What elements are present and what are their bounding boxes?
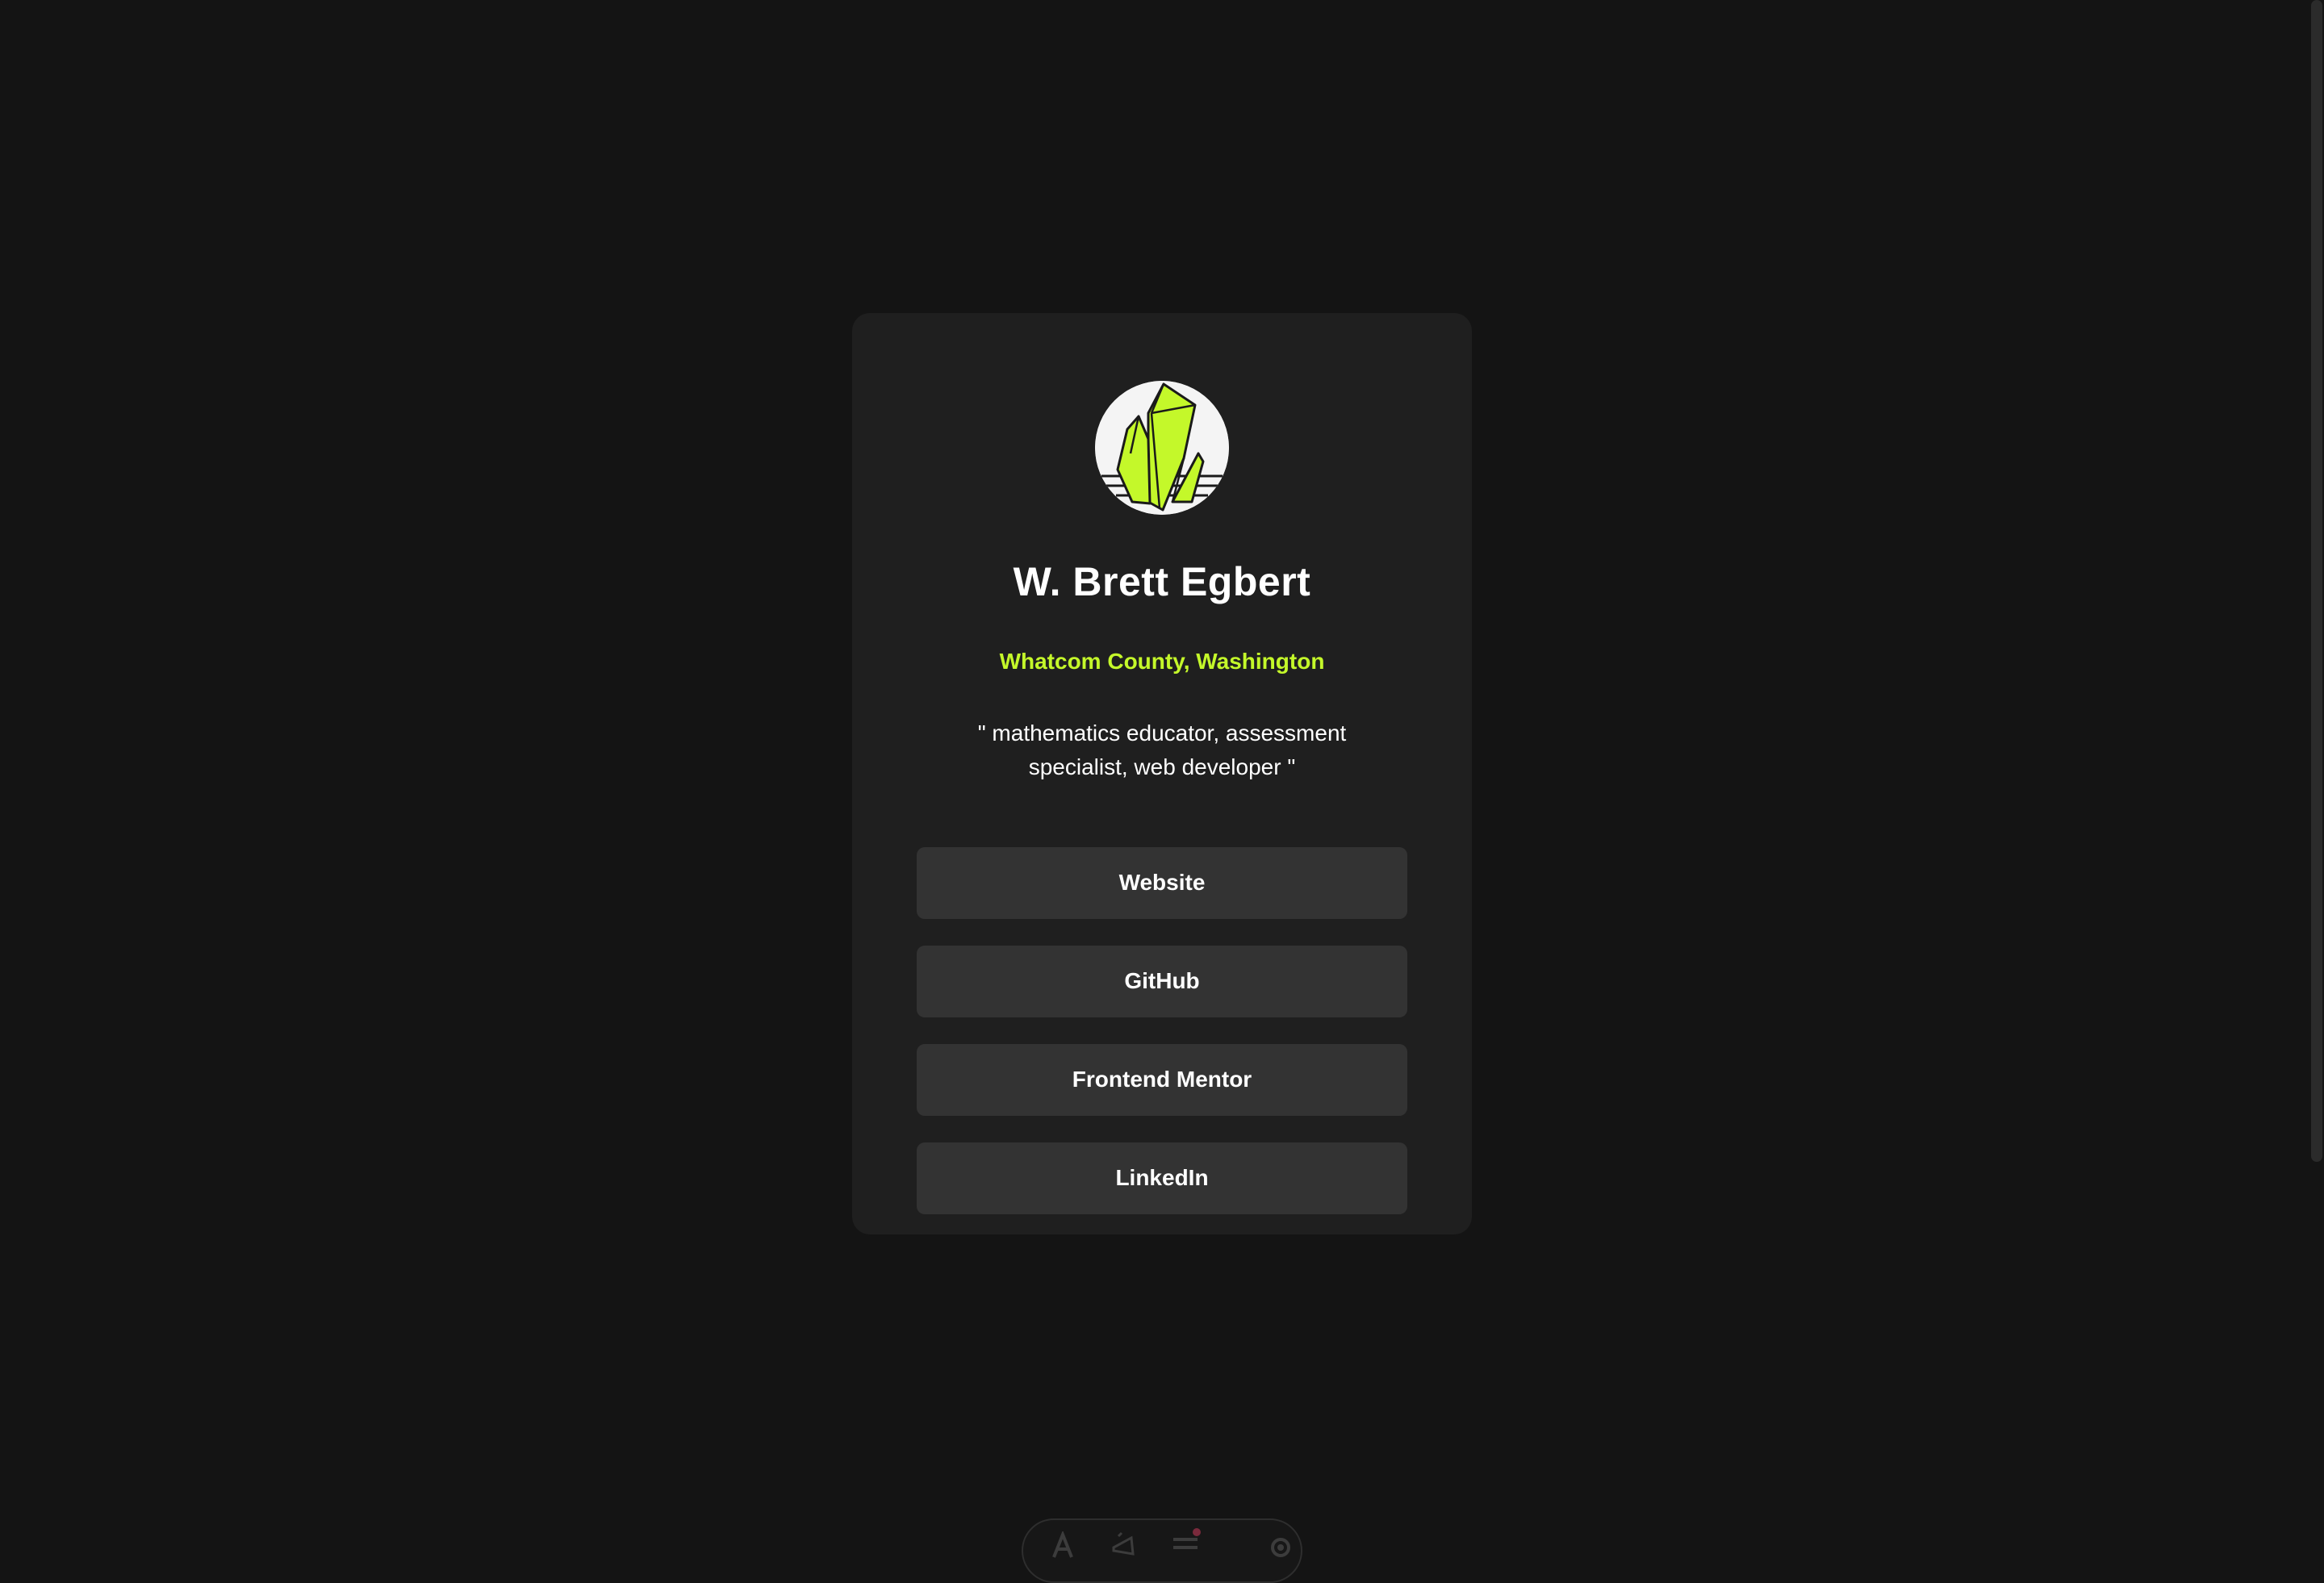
linkedin-link-button[interactable]: LinkedIn bbox=[917, 1142, 1407, 1214]
profile-card: W. Brett Egbert Whatcom County, Washingt… bbox=[852, 313, 1472, 1234]
page-scrollbar[interactable] bbox=[2311, 0, 2322, 1162]
profile-name: W. Brett Egbert bbox=[1013, 559, 1311, 604]
crystal-logo-icon bbox=[1095, 381, 1229, 515]
menu-icon[interactable] bbox=[1172, 1528, 1201, 1559]
profile-location: Whatcom County, Washington bbox=[999, 648, 1325, 674]
floating-toolbar bbox=[1022, 1518, 1302, 1583]
social-links: Website GitHub Frontend Mentor LinkedIn bbox=[917, 846, 1407, 1214]
notification-dot bbox=[1193, 1528, 1201, 1536]
github-link-button[interactable]: GitHub bbox=[917, 945, 1407, 1017]
frontend-mentor-link-button[interactable]: Frontend Mentor bbox=[917, 1043, 1407, 1116]
profile-bio: " mathematics educator, assessment speci… bbox=[977, 720, 1347, 779]
website-link-button[interactable]: Website bbox=[917, 846, 1407, 919]
settings-icon[interactable] bbox=[1267, 1531, 1294, 1559]
accessibility-icon[interactable] bbox=[1049, 1530, 1076, 1559]
avatar bbox=[1095, 381, 1229, 515]
megaphone-icon[interactable] bbox=[1110, 1531, 1138, 1559]
